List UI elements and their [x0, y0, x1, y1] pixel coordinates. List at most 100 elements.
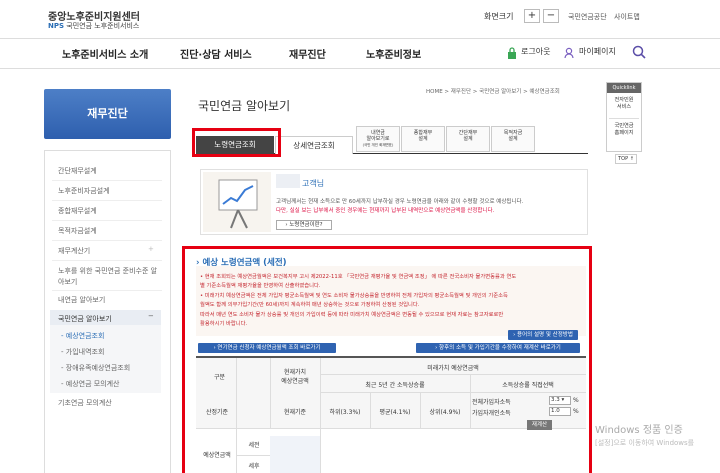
- col-direct-rate: 소득상승률 직접선택: [502, 382, 554, 389]
- note-line: 월액도 함께 의무가입기간(만 60세)까지 계속하여 매년 상승하는 것으로 …: [200, 302, 420, 308]
- gnb-consult[interactable]: 진단·상담 서비스: [180, 46, 252, 61]
- gnb-bottom-border: [0, 68, 720, 69]
- font-increase-button[interactable]: +: [524, 9, 540, 23]
- quick-nps-home[interactable]: 국민연금 홈페이지: [607, 123, 641, 136]
- font-size-label: 화면크기: [484, 12, 514, 21]
- sitemap-link[interactable]: 사이트맵: [614, 12, 640, 22]
- left-menu-title: 재무진단: [44, 89, 171, 139]
- nps-link[interactable]: 국민연금공단: [568, 12, 607, 22]
- subtab-label: 설계: [418, 136, 428, 142]
- cell-avg-rate: 평균(4.1%): [379, 409, 411, 416]
- quick-label: 홈페이지: [614, 129, 634, 136]
- lm-disability-survivor[interactable]: - 장애유족예상연금조회: [61, 363, 130, 373]
- terms-explain-button[interactable]: › 용어의 설명 및 산정방법: [508, 330, 578, 340]
- lm-divider: [52, 220, 162, 221]
- lm-divider: [52, 290, 162, 291]
- lm-simple-plan[interactable]: 간단재무설계: [58, 166, 97, 176]
- note-line: 별 기준소득월액 재평가율을 반영하여 산출하였습니다.: [200, 283, 321, 289]
- indiv-income-rate-input[interactable]: 1.0: [549, 407, 571, 416]
- percent-unit: %: [573, 408, 579, 415]
- table-grid-line: [236, 455, 270, 456]
- cell-high-rate: 상위(4.9%): [429, 409, 461, 416]
- nps-logo: NPS: [48, 22, 65, 30]
- row-pretax: 세전: [248, 442, 260, 449]
- quicklink-title: Quicklink: [607, 83, 641, 93]
- lm-national-pension[interactable]: 국민연금 알아보기: [58, 314, 112, 324]
- subtab-note: (국민 개인 화재면표): [362, 143, 394, 147]
- note-line: • 미래가치 예상연금액은 전체 가입자 평균소득월액 및 연도 소비자 물가상…: [200, 293, 508, 299]
- page-title: 국민연금 알아보기: [198, 99, 291, 113]
- cell-now: 현재기준: [283, 409, 307, 416]
- subtab-purpose[interactable]: 목적자금 설계: [491, 126, 535, 152]
- lm-my-pension[interactable]: 내연금 알아보기: [58, 295, 105, 305]
- subtab-label: 설계: [508, 136, 518, 142]
- windows-activation-text: [설정]으로 이동하여 Windows를: [595, 439, 695, 447]
- table-grid-line: [320, 392, 586, 393]
- percent-unit: %: [573, 397, 579, 404]
- col-gubun: 구분: [214, 374, 226, 381]
- table-value-cells: [270, 436, 320, 473]
- subtab-my-pension[interactable]: 내연금 알아보기로 (국민 개인 화재면표): [356, 126, 400, 152]
- gnb-info[interactable]: 노후준비정보: [366, 46, 421, 61]
- col-5yr-rate: 최근 5년 간 소득상승률: [365, 382, 425, 389]
- quick-label: 서비스: [616, 103, 632, 110]
- lm-basic-pension[interactable]: 기초연금 모의계산: [58, 398, 112, 408]
- lm-collapse-icon[interactable]: −: [148, 312, 154, 320]
- subtab-comprehensive[interactable]: 종합재무 설계: [401, 126, 445, 152]
- note-line: 활용하시기 바랍니다.: [200, 321, 248, 327]
- deferred-pension-button[interactable]: › 연기연금 신청자 예상연금월액 조회 바로가기: [198, 343, 336, 353]
- gnb-financial[interactable]: 재무진단: [289, 46, 326, 61]
- highlight-box-tab: [192, 128, 281, 157]
- font-decrease-button[interactable]: −: [543, 9, 559, 23]
- subtab-label: 설계: [463, 136, 473, 142]
- gnb-intro[interactable]: 노후준비서비스 소개: [62, 46, 148, 61]
- row-posttax: 세후: [248, 463, 260, 470]
- table-grid-line: [320, 374, 586, 375]
- lm-purpose-fund[interactable]: 목적자금설계: [58, 226, 97, 236]
- label-all-income: 전체가입자소득: [472, 399, 511, 406]
- lm-expected-pension[interactable]: - 예상연금조회: [61, 331, 104, 341]
- lm-divider: [52, 180, 162, 181]
- logout-link[interactable]: 로그아웃: [521, 46, 550, 57]
- lm-pension-readiness[interactable]: 노후를 위한 국민연금 준비수준 알: [58, 266, 157, 276]
- lm-divider: [52, 200, 162, 201]
- col-present: 현재가치: [283, 369, 307, 376]
- search-icon[interactable]: [632, 44, 646, 59]
- note-line: 따라서 매년 연도 소비자 물가 상승률 및 개인의 가입이력 등에 따라 미래…: [200, 312, 504, 318]
- info-text: 고객님께서는 현재 소득으로 만 60세까지 납부하실 경우 노령연금을 아래와…: [276, 199, 524, 205]
- name-redacted: [276, 174, 300, 188]
- customer-name-suffix: 고객님: [302, 179, 325, 188]
- col-present-2: 예상연금액: [281, 378, 309, 385]
- logo-service-name: 국민연금 노후준비서비스: [66, 22, 140, 30]
- lm-pension-readiness-cont[interactable]: 아보기: [58, 277, 77, 287]
- lm-divider: [52, 240, 162, 241]
- table-grid-line: [236, 358, 237, 473]
- lm-calculator-expand-icon[interactable]: +: [148, 245, 154, 253]
- lm-calculator[interactable]: 재무계산기: [58, 246, 90, 256]
- row-pension-amount: 예상연금액: [203, 452, 231, 459]
- all-income-rate-select[interactable]: 3.3 ▾: [549, 396, 571, 405]
- breadcrumb: HOME > 재무진단 > 국민연금 알아보기 > 예상연금조회: [426, 89, 560, 95]
- lm-divider: [52, 260, 162, 261]
- mypage-link[interactable]: 마이페이지: [579, 46, 616, 57]
- recalculate-link-button[interactable]: › 향후의 소득 및 가입기간을 수정하여 재계산 바로가기: [416, 343, 580, 353]
- subtab-simple[interactable]: 간단재무 설계: [446, 126, 490, 152]
- lm-pension-simulation[interactable]: - 예상연금 모의계산: [61, 379, 120, 389]
- lock-icon: [506, 44, 518, 59]
- lm-enrollment-history[interactable]: - 가입내역조회: [61, 347, 104, 357]
- lm-comprehensive[interactable]: 종합재무설계: [58, 206, 97, 216]
- lm-retirement-fund[interactable]: 노후준비자금설계: [58, 186, 110, 196]
- what-is-pension-button[interactable]: › 노령연금이란?: [276, 220, 332, 230]
- recalculate-button[interactable]: 재계산: [527, 420, 552, 430]
- quick-e-civil[interactable]: 전자민원 서비스: [607, 97, 641, 110]
- user-icon: [564, 44, 576, 59]
- info-note: 다만, 실실 보는 납부에서 중인 경우에는 현재까지 납부된 내역만으로 예상…: [276, 208, 495, 214]
- top-button[interactable]: TOP ↑: [615, 154, 637, 164]
- logo-subtitle: NPS 국민연금 노후준비서비스: [48, 21, 139, 31]
- chart-board-icon: [203, 172, 271, 232]
- cell-low-rate: 하위(3.3%): [329, 409, 361, 416]
- label-indiv-income: 가입자개인소득: [472, 410, 511, 417]
- quick-divider: [609, 118, 639, 119]
- row-basis: 산정기준: [205, 409, 229, 416]
- tab-detailed-pension[interactable]: 상세연금조회: [275, 136, 353, 154]
